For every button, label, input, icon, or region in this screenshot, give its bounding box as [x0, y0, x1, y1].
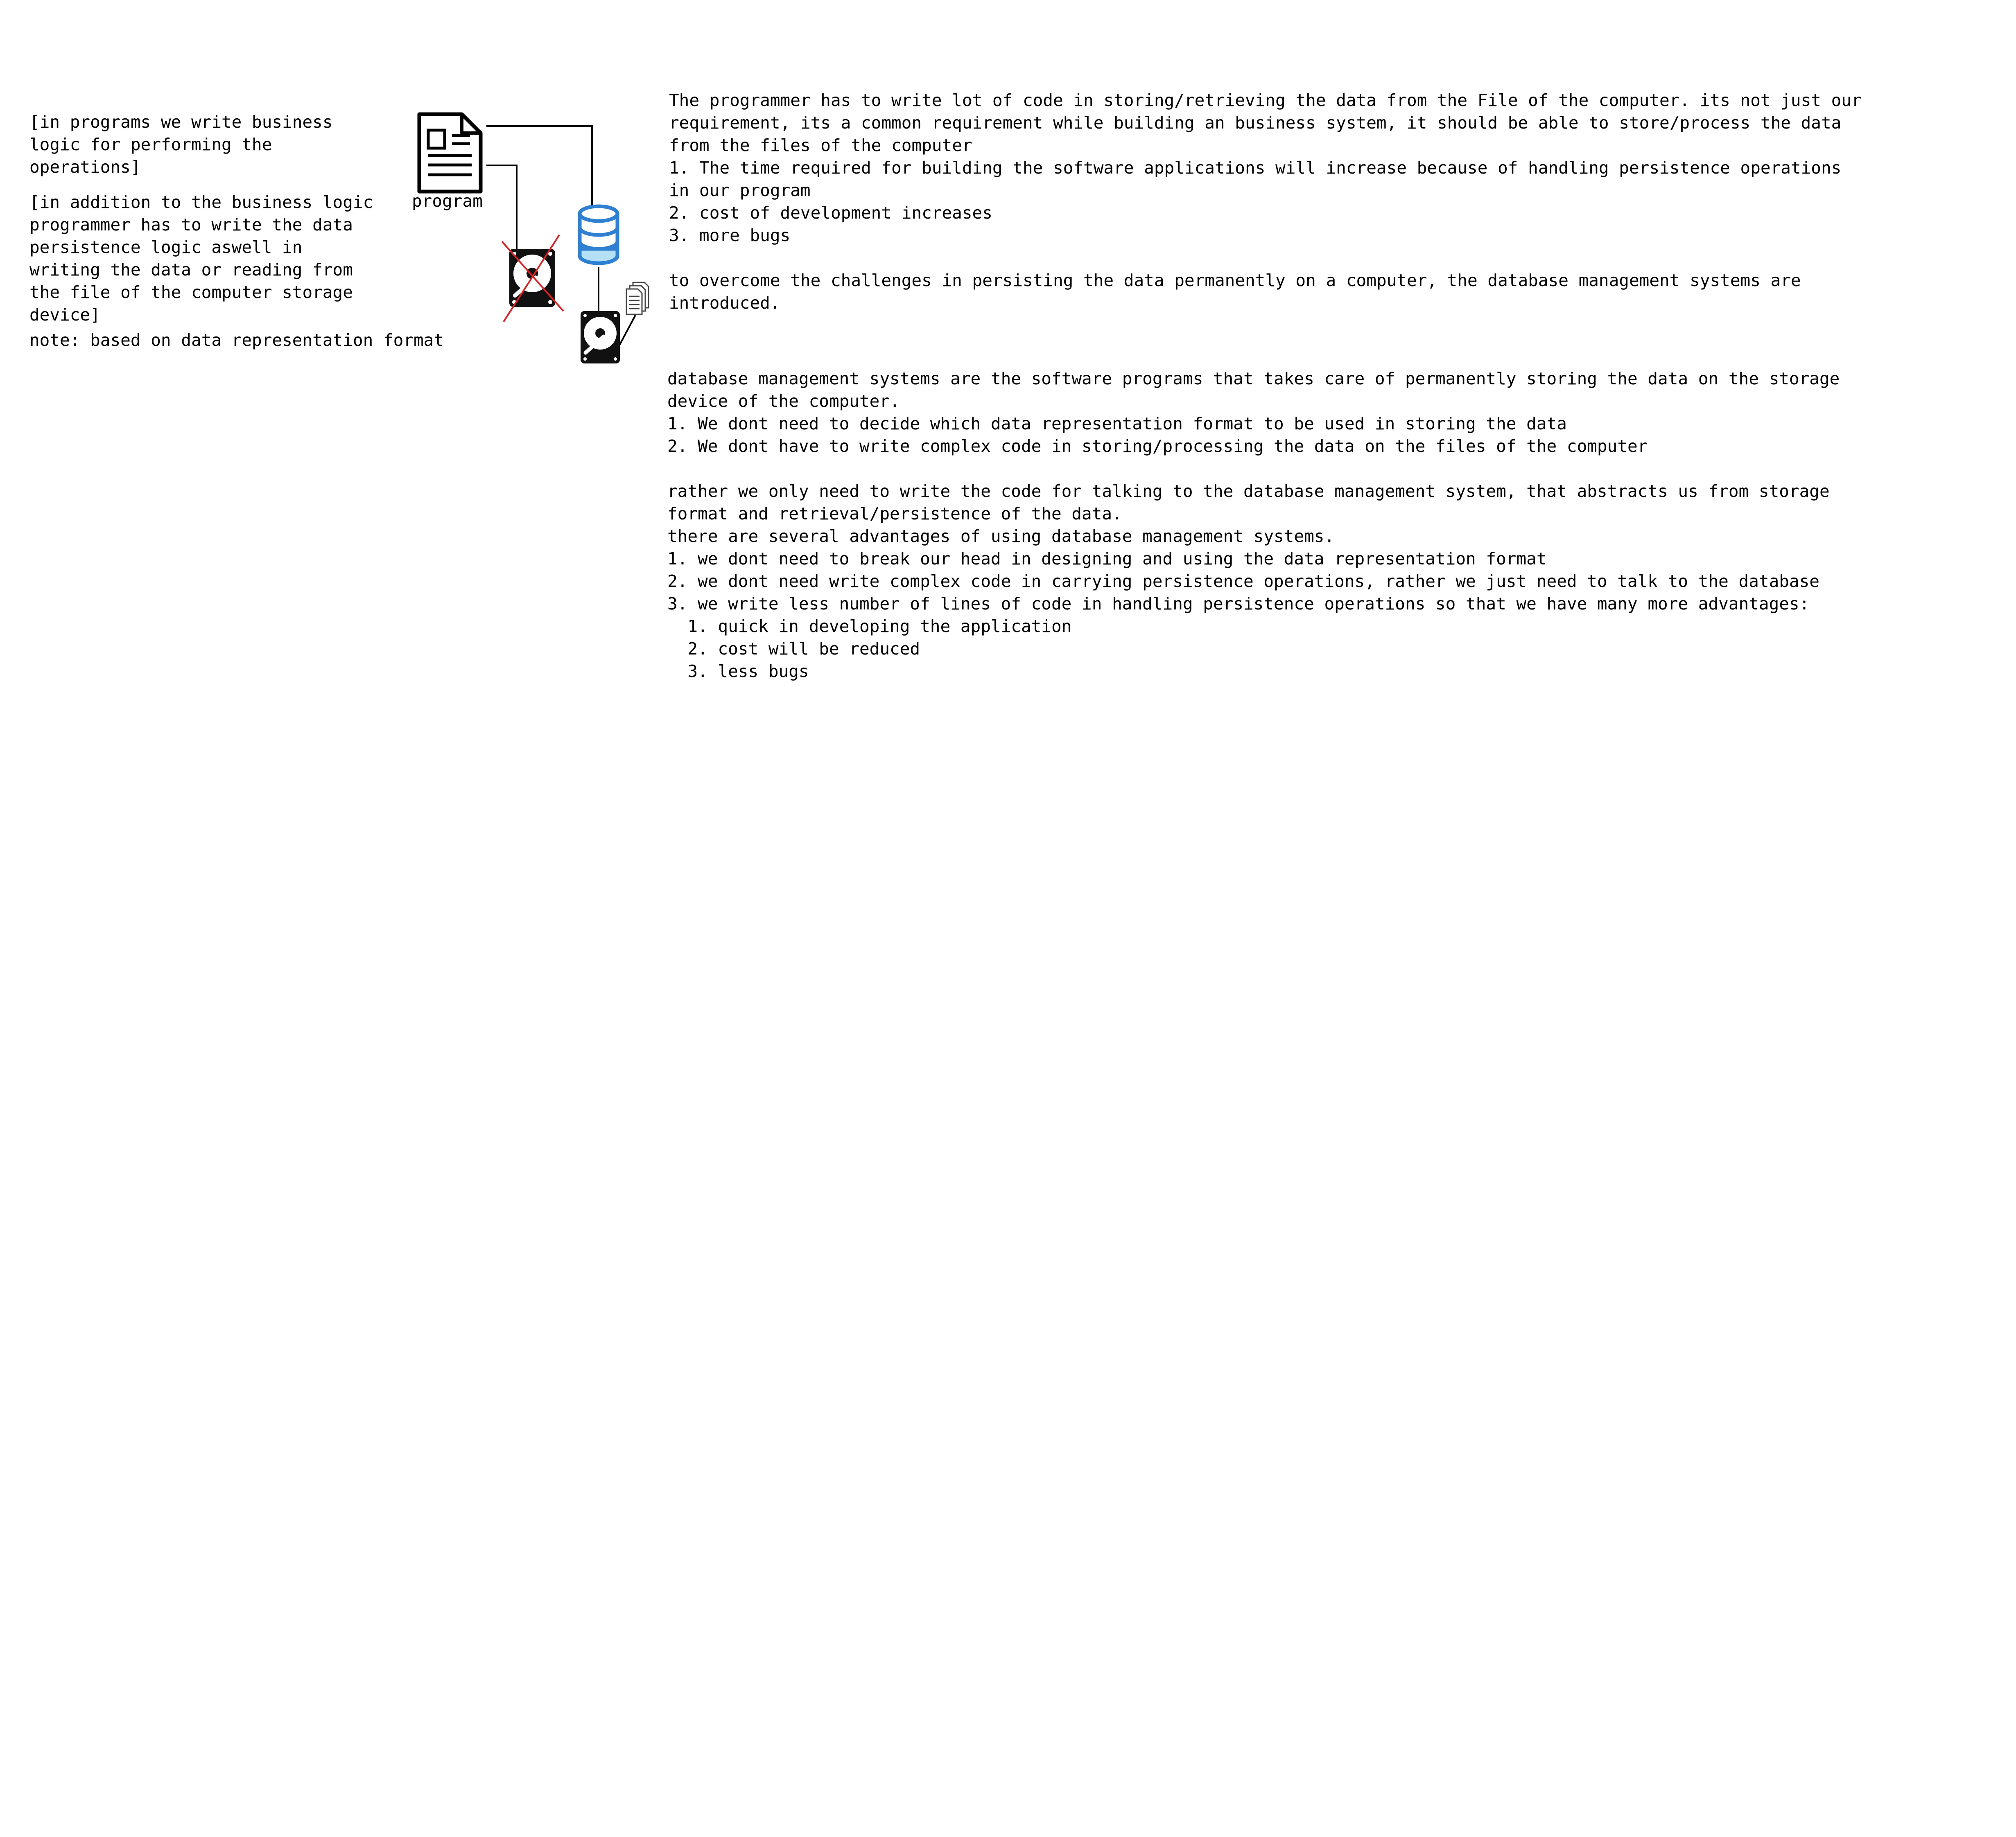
persistence-challenges-text: The programmer has to write lot of code …	[669, 90, 1862, 313]
dbms-advantages-text: database management systems are the soft…	[667, 369, 1840, 681]
program-label: program	[412, 191, 483, 211]
files-icon	[626, 282, 649, 315]
hard-drive-icon	[581, 311, 620, 363]
document-icon	[417, 112, 483, 194]
database-icon	[578, 204, 619, 265]
connector-program-disk	[486, 165, 518, 249]
